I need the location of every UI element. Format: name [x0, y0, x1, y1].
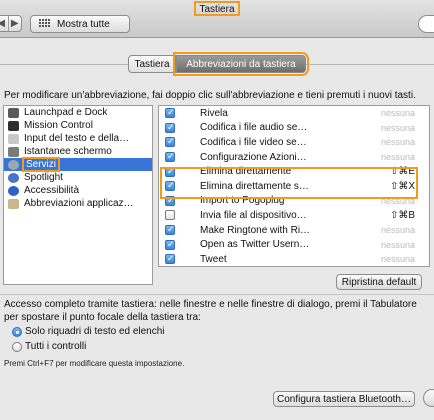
- enable-checkbox[interactable]: [165, 253, 175, 265]
- category-item[interactable]: Input del testo e della…: [4, 132, 152, 145]
- window-titlebar: Tastiera ◀ ▶ Mostra tutte: [0, 0, 434, 38]
- restore-defaults-button[interactable]: Ripristina default: [336, 274, 422, 290]
- keyboard-hint: Premi Ctrl+F7 per modificare questa impo…: [4, 359, 185, 368]
- launchpad-icon: [8, 107, 19, 118]
- services-gear-icon: [8, 159, 19, 170]
- category-item[interactable]: Istantanee schermo: [4, 145, 152, 158]
- tab-keyboard[interactable]: Tastiera: [128, 55, 176, 73]
- radio-button[interactable]: [12, 341, 22, 352]
- category-item[interactable]: Launchpad e Dock: [4, 106, 152, 119]
- shortcut-key[interactable]: ⇧⌘B: [390, 210, 415, 221]
- category-item[interactable]: Accessibilità: [4, 184, 152, 197]
- setup-bluetooth-keyboard-button[interactable]: Configura tastiera Bluetooth…: [273, 391, 415, 407]
- show-all-button[interactable]: Mostra tutte: [30, 15, 130, 33]
- enable-checkbox[interactable]: [165, 151, 175, 163]
- tab-keyboard-shortcuts[interactable]: Abbreviazioni da tastiera: [173, 52, 309, 76]
- list-item[interactable]: Invia file al dispositivo… ⇧⌘B: [159, 208, 429, 223]
- highlight-annotation: [160, 167, 418, 199]
- instructions-text: Per modificare un'abbreviazione, fai dop…: [4, 90, 416, 101]
- enable-checkbox[interactable]: [165, 210, 175, 221]
- shortcut-key[interactable]: nessuna: [381, 225, 415, 235]
- enable-checkbox[interactable]: [165, 239, 175, 250]
- screenshot-icon: [8, 146, 19, 157]
- help-button[interactable]: [423, 389, 434, 407]
- enable-checkbox[interactable]: [165, 224, 175, 236]
- list-item[interactable]: Make Ringtone with Ri… nessuna: [159, 223, 429, 238]
- shortcut-key[interactable]: nessuna: [381, 240, 415, 250]
- grid-icon: [39, 19, 51, 29]
- forward-arrow-icon[interactable]: ▶: [7, 16, 22, 31]
- list-item[interactable]: Tweet nessuna: [159, 252, 429, 266]
- shortcut-key[interactable]: nessuna: [381, 254, 415, 264]
- app-shortcuts-icon: [8, 198, 19, 209]
- spotlight-icon: [8, 172, 19, 183]
- list-item[interactable]: Codifica i file video se… nessuna: [159, 135, 429, 150]
- shortcut-key[interactable]: nessuna: [381, 152, 415, 162]
- full-keyboard-access-text: Accesso completo tramite tastiera: nelle…: [4, 299, 417, 323]
- tab-bar: Tastiera Abbreviazioni da tastiera: [128, 52, 309, 76]
- back-forward-control[interactable]: ◀ ▶: [0, 15, 22, 32]
- list-item[interactable]: Codifica i file audio se… nessuna: [159, 121, 429, 136]
- shortcut-key[interactable]: nessuna: [381, 123, 415, 133]
- category-item-selected[interactable]: Servizi: [4, 157, 152, 172]
- shortcut-categories-list: Launchpad e Dock Mission Control Input d…: [3, 105, 153, 285]
- show-all-label: Mostra tutte: [57, 18, 110, 30]
- enable-checkbox[interactable]: [165, 122, 175, 133]
- category-item[interactable]: Abbreviazioni applicaz…: [4, 197, 152, 210]
- mission-control-icon: [8, 120, 19, 131]
- section-divider: [0, 294, 434, 295]
- radio-text-boxes-lists[interactable]: Solo riquadri di testo ed elenchi: [12, 326, 165, 337]
- text-input-icon: [8, 133, 19, 144]
- window-title: Tastiera: [194, 1, 240, 16]
- list-item[interactable]: Rivela nessuna: [159, 106, 429, 121]
- search-field[interactable]: [418, 15, 434, 33]
- shortcut-key[interactable]: nessuna: [381, 137, 415, 147]
- enable-checkbox[interactable]: [165, 136, 175, 148]
- accessibility-icon: [8, 185, 19, 196]
- back-arrow-icon[interactable]: ◀: [0, 16, 8, 31]
- enable-checkbox[interactable]: [165, 107, 175, 119]
- category-item[interactable]: Spotlight: [4, 171, 152, 184]
- list-item[interactable]: Open as Twitter Usern… nessuna: [159, 237, 429, 252]
- radio-all-controls[interactable]: Tutti i controlli: [12, 341, 86, 352]
- list-item[interactable]: Configurazione Azioni… nessuna: [159, 150, 429, 165]
- category-item[interactable]: Mission Control: [4, 119, 152, 132]
- shortcut-key[interactable]: nessuna: [381, 108, 415, 118]
- radio-button[interactable]: [12, 326, 22, 337]
